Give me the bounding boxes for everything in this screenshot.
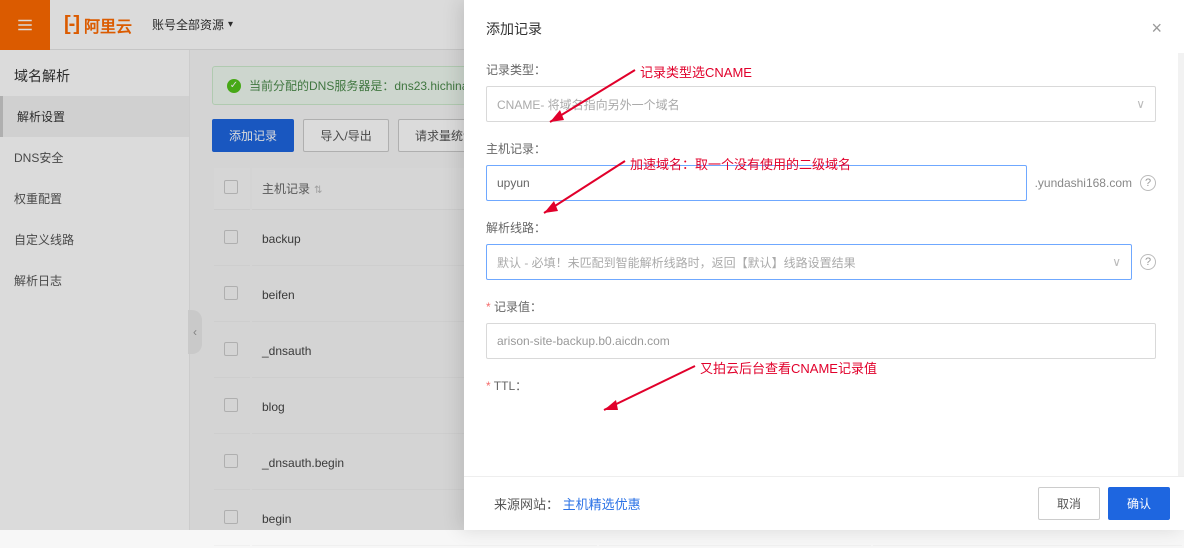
record-type-label: 记录类型： [486, 61, 1156, 78]
ttl-label: TTL： [486, 377, 1156, 394]
close-icon[interactable]: × [1151, 18, 1162, 39]
add-record-modal: 添加记录 × 记录类型： CNAME- 将域名指向另外一个域名 ∨ 主机记录： … [464, 0, 1184, 530]
confirm-button[interactable]: 确认 [1108, 487, 1170, 520]
source-attribution: 来源网站： 主机精选优惠 [494, 494, 641, 513]
chevron-down-icon: ∨ [1136, 97, 1145, 111]
record-type-select[interactable]: CNAME- 将域名指向另外一个域名 ∨ [486, 86, 1156, 122]
record-type-value: CNAME- 将域名指向另外一个域名 [497, 96, 680, 113]
source-link[interactable]: 主机精选优惠 [563, 497, 641, 512]
help-icon[interactable]: ? [1140, 175, 1156, 191]
help-icon[interactable]: ? [1140, 254, 1156, 270]
value-label: 记录值： [486, 298, 1156, 315]
cancel-button[interactable]: 取消 [1038, 487, 1100, 520]
host-suffix: .yundashi168.com [1035, 176, 1132, 190]
route-select[interactable]: 默认 - 必填！未匹配到智能解析线路时，返回【默认】线路设置结果 ∨ [486, 244, 1132, 280]
route-label: 解析线路： [486, 219, 1156, 236]
route-value: 默认 - 必填！未匹配到智能解析线路时，返回【默认】线路设置结果 [497, 254, 856, 271]
record-value-input[interactable]: arison-site-backup.b0.aicdn.com [486, 323, 1156, 359]
host-label: 主机记录： [486, 140, 1156, 157]
host-input[interactable]: upyun [486, 165, 1027, 201]
chevron-down-icon: ∨ [1112, 255, 1121, 269]
modal-title: 添加记录 [486, 19, 542, 39]
